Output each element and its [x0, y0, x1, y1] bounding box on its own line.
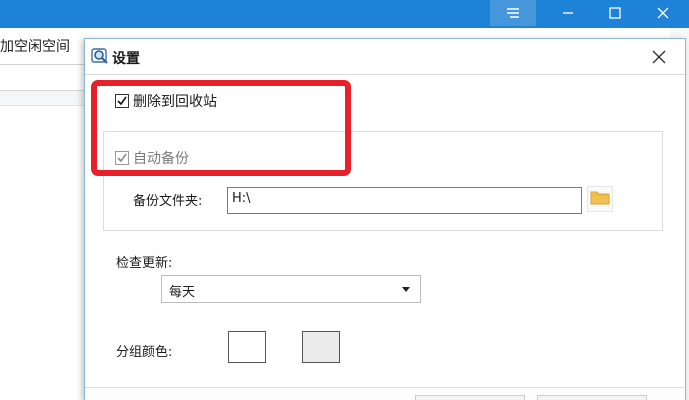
- cancel-button[interactable]: [537, 395, 647, 400]
- dialog-title: 设置: [112, 51, 140, 67]
- minimize-icon[interactable]: [545, 0, 591, 26]
- backup-folder-input[interactable]: H:\: [227, 187, 582, 214]
- divider: [0, 64, 88, 65]
- update-frequency-select[interactable]: 每天: [161, 275, 421, 303]
- browse-folder-button[interactable]: [587, 186, 613, 212]
- update-frequency-value: 每天: [169, 285, 196, 300]
- close-icon[interactable]: [647, 45, 671, 69]
- highlight-annotation: [91, 80, 351, 176]
- chevron-down-icon: [402, 287, 410, 292]
- ok-button[interactable]: [415, 395, 525, 400]
- search-disk-icon: [91, 47, 109, 65]
- dialog-titlebar[interactable]: 设置: [85, 39, 685, 75]
- list-row[interactable]: [0, 90, 88, 106]
- backup-folder-label: 备份文件夹:: [133, 194, 203, 209]
- color-swatch-1[interactable]: [228, 331, 266, 363]
- app-titlebar: [0, 0, 689, 28]
- check-update-label: 检查更新:: [116, 256, 173, 271]
- menu-icon[interactable]: [490, 0, 536, 26]
- color-swatch-2[interactable]: [302, 331, 340, 363]
- folder-icon: [590, 189, 610, 209]
- app-toolbar-label[interactable]: 加空闲空间: [0, 36, 70, 56]
- maximize-icon[interactable]: [592, 0, 638, 26]
- group-color-label: 分组颜色:: [116, 345, 173, 360]
- close-icon[interactable]: [640, 0, 686, 26]
